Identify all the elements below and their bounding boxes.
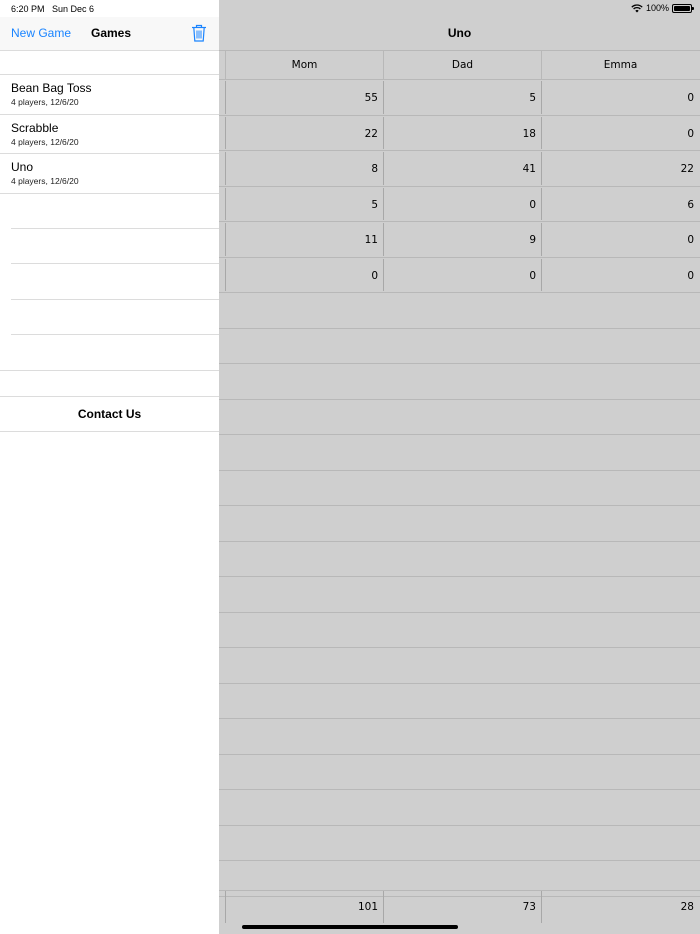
score-row: 5 0 6: [219, 187, 700, 222]
new-game-button[interactable]: New Game: [11, 26, 71, 40]
game-details: 4 players, 12/6/20: [11, 97, 79, 107]
empty-list-rows: [0, 193, 219, 371]
score-cell[interactable]: 0: [383, 258, 541, 291]
game-title: Uno: [447, 26, 472, 40]
score-sheet: Uno Mom Dad Emma 55 5 0 22 18 0 8 41 22 …: [219, 0, 700, 934]
score-cell[interactable]: 6: [541, 187, 699, 220]
score-cell[interactable]: 18: [383, 116, 541, 149]
score-cell[interactable]: 55: [225, 81, 383, 114]
score-row: 55 5 0: [219, 80, 700, 116]
player-header: Dad: [383, 51, 541, 79]
player-header: Emma: [541, 51, 699, 79]
sidebar-title: Games: [91, 26, 132, 40]
wifi-icon: [631, 3, 643, 12]
blank-score-row: [219, 648, 700, 684]
blank-score-row: [219, 506, 700, 542]
status-bar: 6:20 PM Sun Dec 6 100%: [0, 0, 700, 17]
score-cell[interactable]: 22: [541, 152, 699, 185]
score-cell[interactable]: 5: [225, 187, 383, 220]
score-row: 22 18 0: [219, 116, 700, 151]
battery-percent: 100%: [645, 3, 669, 13]
blank-score-row: [219, 684, 700, 719]
games-sidebar: New Game Games Bean Bag Toss 4 players, …: [0, 0, 219, 934]
trash-icon[interactable]: [191, 24, 207, 42]
empty-list-row: [11, 264, 219, 300]
sidebar-navigation-bar: New Game Games: [0, 17, 219, 51]
game-name: Bean Bag Toss: [11, 81, 92, 95]
blank-score-row: [219, 826, 700, 861]
score-cell[interactable]: 5: [383, 81, 541, 114]
empty-list-row: [0, 335, 219, 371]
battery-fill: [674, 5, 690, 11]
blank-score-row: [219, 577, 700, 613]
score-rows: 55 5 0 22 18 0 8 41 22 5 0 6 11 9 0 0 0 …: [219, 80, 700, 293]
score-row: 8 41 22: [219, 151, 700, 187]
battery-icon: [672, 3, 694, 13]
score-cell[interactable]: 0: [541, 116, 699, 149]
status-date: Sun Dec 6: [52, 4, 95, 14]
score-cell[interactable]: 0: [541, 258, 699, 291]
score-cell[interactable]: 9: [383, 223, 541, 256]
game-list-item[interactable]: Uno 4 players, 12/6/20: [0, 154, 219, 194]
score-row: 0 0 0: [219, 258, 700, 293]
score-cell[interactable]: 0: [225, 258, 383, 291]
blank-score-row: [219, 364, 700, 400]
empty-list-row: [11, 300, 219, 336]
blank-score-row: [219, 293, 700, 329]
score-cell[interactable]: 22: [225, 116, 383, 149]
player-header: Mom: [225, 51, 383, 79]
score-cell[interactable]: 8: [225, 152, 383, 185]
blank-score-row: [219, 613, 700, 648]
blank-score-row: [219, 471, 700, 506]
score-cell[interactable]: 0: [383, 187, 541, 220]
score-cell[interactable]: 0: [541, 81, 699, 114]
status-indicators: 100%: [631, 3, 694, 13]
score-cell[interactable]: 41: [383, 152, 541, 185]
game-list-item[interactable]: Bean Bag Toss 4 players, 12/6/20: [0, 75, 219, 115]
score-cell[interactable]: 11: [225, 223, 383, 256]
game-name: Uno: [11, 160, 34, 174]
list-header-spacer: [0, 51, 219, 75]
total-cell: 73: [383, 891, 541, 923]
blank-score-row: [219, 542, 700, 577]
blank-score-row: [219, 400, 700, 435]
game-list: Bean Bag Toss 4 players, 12/6/20 Scrabbl…: [0, 75, 219, 194]
blank-score-row: [219, 790, 700, 826]
status-time: 6:20 PM: [11, 4, 45, 14]
contact-us-button[interactable]: Contact Us: [0, 396, 219, 432]
empty-list-row: [11, 193, 219, 229]
main-navigation-bar: Uno: [219, 17, 700, 51]
total-cell: 28: [541, 891, 699, 923]
game-details: 4 players, 12/6/20: [11, 136, 79, 147]
blank-score-rows: [219, 293, 700, 897]
total-cell: 101: [225, 891, 383, 923]
game-details: 4 players, 12/6/20: [11, 176, 79, 186]
game-name: Scrabble: [11, 120, 59, 135]
totals-row: 101 73 28: [219, 890, 700, 923]
blank-score-row: [219, 435, 700, 471]
score-cell[interactable]: 0: [541, 223, 699, 256]
blank-score-row: [219, 329, 700, 364]
player-header-row: Mom Dad Emma: [219, 51, 700, 80]
home-indicator[interactable]: [242, 925, 458, 929]
empty-list-row: [11, 229, 219, 265]
blank-score-row: [219, 755, 700, 790]
score-row: 11 9 0: [219, 222, 700, 258]
blank-score-row: [219, 719, 700, 755]
game-list-item[interactable]: Scrabble 4 players, 12/6/20: [0, 115, 219, 154]
